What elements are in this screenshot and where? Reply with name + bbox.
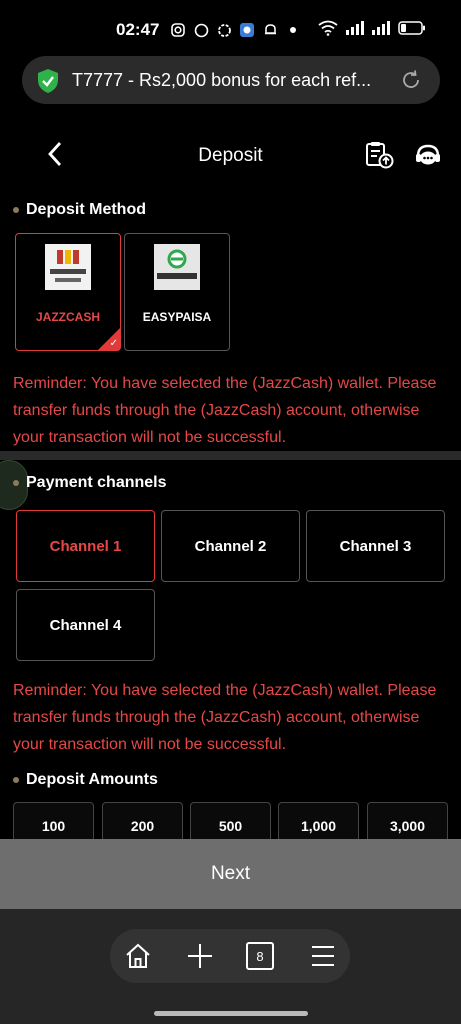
home-icon[interactable] bbox=[121, 939, 155, 973]
reminder-text: Reminder: You have selected the (JazzCas… bbox=[13, 682, 437, 753]
status-time: 02:47 bbox=[116, 20, 160, 39]
channel-4-button[interactable]: Channel 4 bbox=[16, 589, 155, 661]
shield-check-icon bbox=[36, 68, 60, 99]
payment-channels-label: Payment channels bbox=[26, 474, 167, 491]
section-bullet bbox=[13, 207, 19, 213]
new-tab-icon[interactable] bbox=[183, 939, 217, 973]
app-icon bbox=[239, 22, 255, 38]
channel-1-button[interactable]: Channel 1 bbox=[16, 510, 155, 582]
dot-icon bbox=[285, 22, 301, 38]
deposit-amounts-label: Deposit Amounts bbox=[26, 771, 158, 788]
method-label-easypaisa: EASYPAISA bbox=[142, 310, 212, 324]
method-label-jazzcash: JAZZCASH bbox=[35, 310, 100, 324]
section-divider bbox=[0, 451, 461, 460]
easypaisa-logo bbox=[154, 244, 200, 290]
section-bullet bbox=[13, 777, 19, 783]
menu-icon[interactable] bbox=[306, 939, 340, 973]
customer-service-icon[interactable] bbox=[414, 143, 442, 174]
reload-icon[interactable] bbox=[400, 69, 422, 96]
signal-icon bbox=[346, 21, 364, 40]
notification-icons bbox=[170, 22, 301, 38]
deposit-record-icon[interactable] bbox=[364, 140, 394, 175]
method-card-easypaisa[interactable]: EASYPAISA bbox=[124, 233, 230, 351]
url-text[interactable]: T7777 - Rs2,000 bonus for each ref... bbox=[72, 70, 394, 91]
bell-icon bbox=[262, 22, 278, 38]
channel-3-button[interactable]: Channel 3 bbox=[306, 510, 445, 582]
reminder-text: Reminder: You have selected the (JazzCas… bbox=[13, 375, 437, 446]
system-status-icons bbox=[318, 20, 426, 41]
channel-2-button[interactable]: Channel 2 bbox=[161, 510, 300, 582]
next-button[interactable]: Next bbox=[0, 839, 461, 909]
signal-icon bbox=[372, 21, 390, 40]
gesture-home-bar[interactable] bbox=[154, 1011, 308, 1016]
deposit-method-label: Deposit Method bbox=[26, 201, 146, 218]
section-bullet bbox=[13, 480, 19, 486]
instagram-icon bbox=[170, 22, 186, 38]
tabs-count-button[interactable]: 8 bbox=[246, 942, 274, 970]
method-card-jazzcash[interactable]: JAZZCASH ✓ bbox=[15, 233, 121, 351]
wifi-icon bbox=[318, 20, 338, 41]
chatgpt-icon bbox=[216, 22, 232, 38]
check-icon: ✓ bbox=[109, 338, 118, 349]
battery-icon bbox=[398, 21, 426, 40]
jazzcash-logo bbox=[45, 244, 91, 290]
whatsapp-icon bbox=[193, 22, 209, 38]
